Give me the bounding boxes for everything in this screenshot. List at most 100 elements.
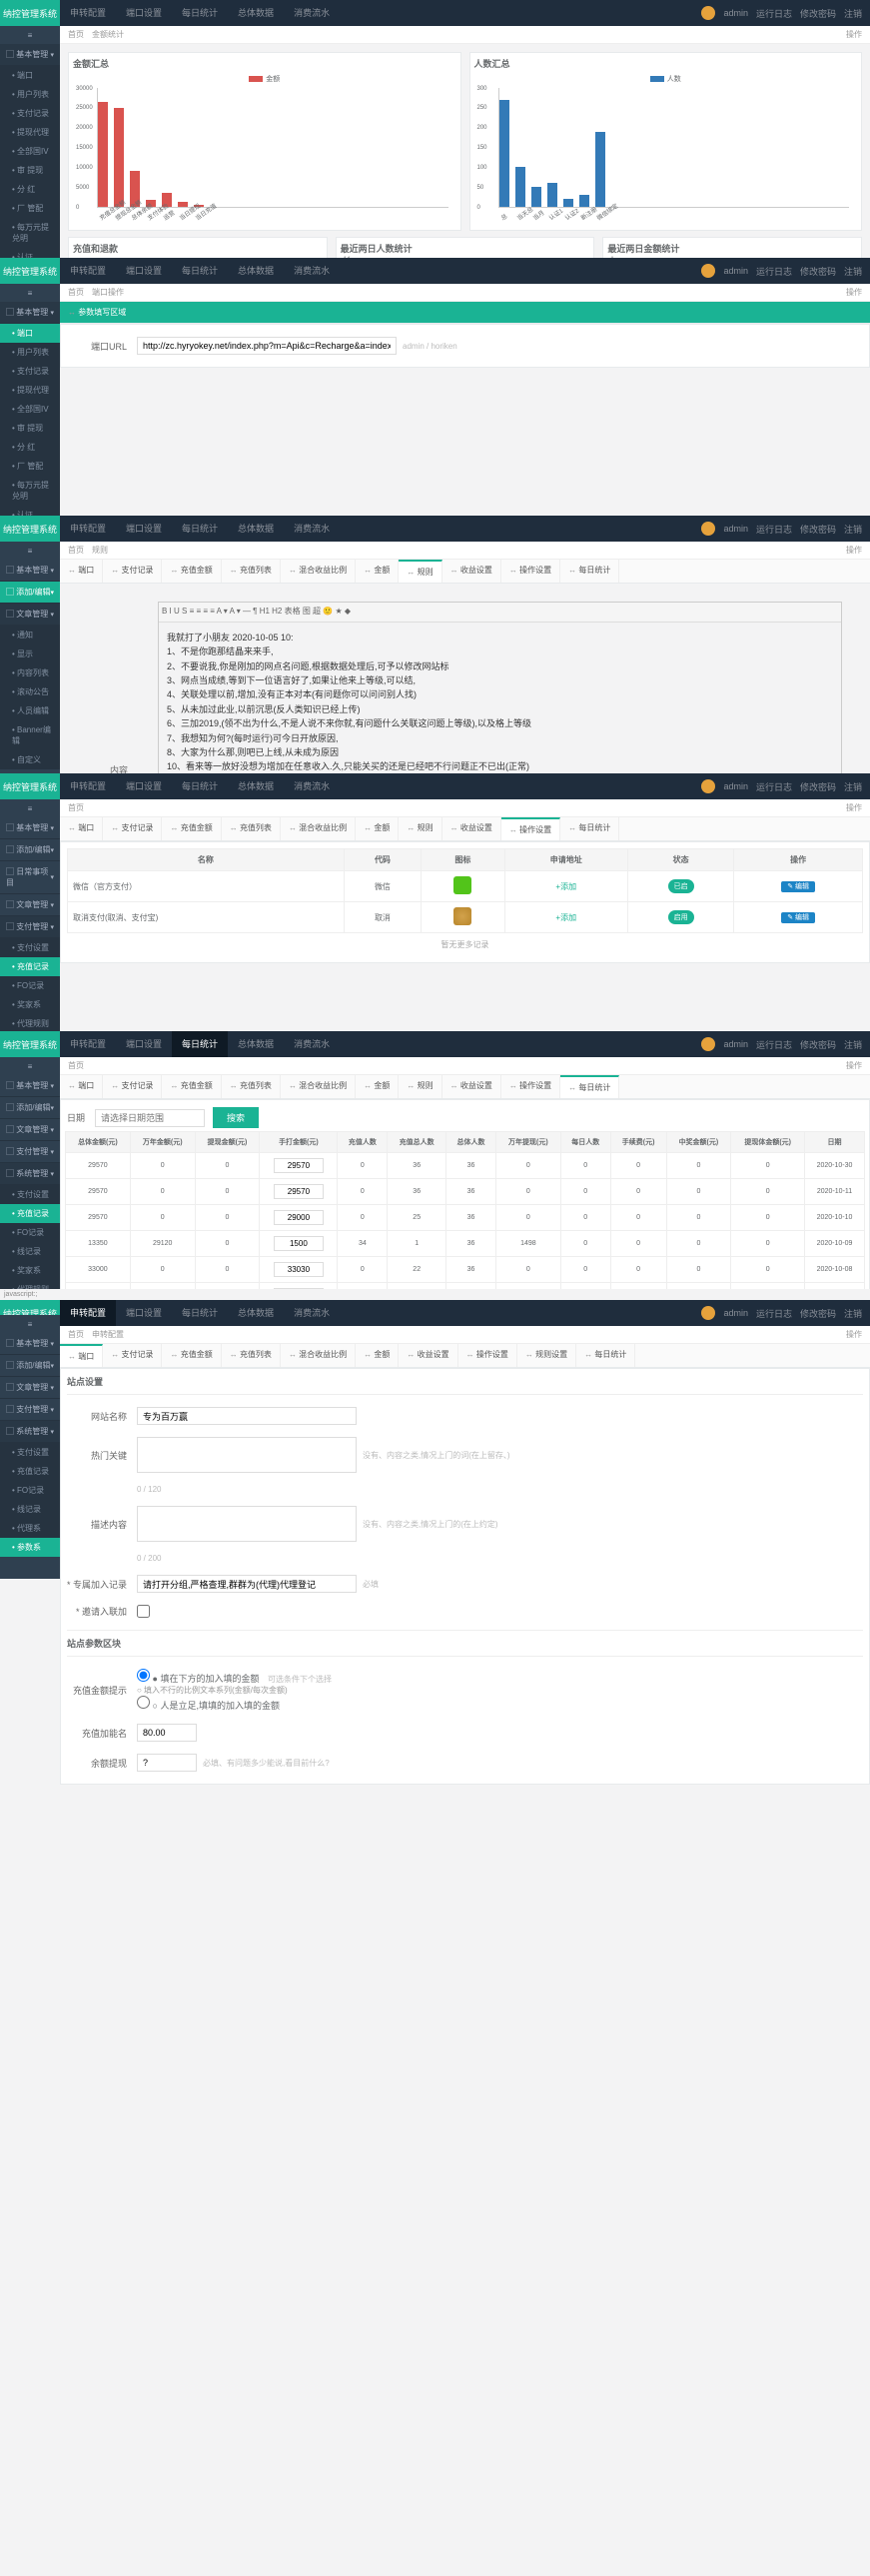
sidebar-section[interactable]: ▢ 添加/编辑▾ [0,1355,60,1377]
tab[interactable]: 支付记录 [103,560,162,583]
hot-textarea[interactable] [137,1437,357,1473]
tab[interactable]: 端口 [60,560,103,583]
sidebar-section[interactable]: ▢ 添加/编辑▾ [0,1097,60,1119]
tab[interactable]: 每日统计 [560,817,619,840]
sidebar-item[interactable]: • FO记录 [0,1223,60,1242]
sidebar-item[interactable]: • 厂 管配 [0,457,60,476]
sidebar-item[interactable]: • 分 红 [0,438,60,457]
amount-input[interactable] [137,1724,197,1742]
tab[interactable]: 金额 [356,817,399,840]
sidebar-section[interactable]: ▢ 支付管理▾ [0,1141,60,1163]
sidebar-section[interactable]: ▢ 基本管理▾ [0,302,60,324]
nav-item[interactable]: 申转配置 [60,0,116,26]
edit-button[interactable]: ✎ 编辑 [781,912,815,923]
sidebar-item[interactable]: • 支付设置 [0,938,60,957]
tab[interactable]: 充值列表 [222,560,281,583]
sidebar-item[interactable]: • Banner编辑 [0,720,60,750]
amount-cell-input[interactable] [274,1158,324,1173]
sidebar-section[interactable]: ▢ 日常事项目▾ [0,861,60,894]
tab[interactable]: 规则设置 [517,1344,576,1367]
sidebar-section[interactable]: ▢ 基本管理▾ [0,560,60,582]
sidebar-item[interactable]: • 线记录 [0,1242,60,1261]
tab[interactable]: 每日统计 [576,1344,635,1367]
sidebar-item[interactable]: • FO记录 [0,976,60,995]
sidebar-item[interactable]: • 滚动公告 [0,682,60,701]
tab[interactable]: 充值金额 [162,1075,221,1098]
invite-checkbox[interactable] [137,1605,150,1618]
sidebar-section[interactable]: ▢ 支付管理▾ [0,916,60,938]
amount-cell-input[interactable] [274,1184,324,1199]
sidebar-item[interactable]: • 全部国IV [0,142,60,161]
sidebar-section[interactable]: ▢ 添加/编辑▾ [0,582,60,604]
sidebar-item[interactable]: • 支付记录 [0,362,60,381]
sidebar-item[interactable]: • 每万元提兑明 [0,476,60,506]
tab[interactable]: 金额 [356,1075,399,1098]
sidebar-item[interactable]: • FO记录 [0,1481,60,1500]
tab[interactable]: 充值列表 [222,1344,281,1367]
tab[interactable]: 规则 [399,817,441,840]
tab[interactable]: 支付记录 [103,817,162,840]
add-link[interactable]: +添加 [555,882,576,891]
sidebar-section[interactable]: ▢ 系统管理▾ [0,1163,60,1185]
add-link[interactable]: +添加 [555,913,576,922]
sidebar-item[interactable]: • 审 提现 [0,161,60,180]
sidebar-section[interactable]: ▢ 文章管理▾ [0,894,60,916]
tab[interactable]: 操作设置 [501,1075,560,1098]
sidebar-item[interactable]: • 端口 [0,66,60,85]
sidebar-item[interactable]: • 参数系 [0,1538,60,1557]
sidebar-item[interactable]: • 每万元提兑明 [0,218,60,248]
edit-button[interactable]: ✎ 编辑 [781,881,815,892]
sidebar-item[interactable]: • 奖家系 [0,995,60,1014]
tab[interactable]: 充值列表 [222,817,281,840]
sidebar-item[interactable]: • 提现代理 [0,381,60,400]
sidebar-item[interactable]: • 显示 [0,644,60,663]
log-link[interactable]: 运行日志 [756,7,792,20]
url-input[interactable] [137,337,397,355]
tab[interactable]: 每日统计 [560,1075,619,1098]
tab[interactable]: 混合收益比例 [281,1075,356,1098]
tab[interactable]: 收益设置 [399,1344,457,1367]
sidebar-section[interactable]: ▢ 基本管理▾ [0,817,60,839]
tab[interactable]: 收益设置 [442,560,501,583]
sidebar-item[interactable]: • 端口 [0,324,60,343]
date-range-input[interactable] [95,1109,205,1127]
sidebar-item[interactable]: • 通知 [0,626,60,644]
tab[interactable]: 操作设置 [501,817,560,840]
sidebar-item[interactable]: • 支付记录 [0,104,60,123]
sidebar-section[interactable]: ▢ 基本管理▾ [0,44,60,66]
amount-cell-input[interactable] [274,1262,324,1277]
amount-cell-input[interactable] [274,1236,324,1251]
site-name-input[interactable] [137,1407,357,1425]
tab[interactable]: 金额 [356,1344,399,1367]
balance-input[interactable] [137,1754,197,1772]
tab[interactable]: 收益设置 [442,1075,501,1098]
logout-link[interactable]: 注销 [844,7,862,20]
sidebar-item[interactable]: • 自定义 [0,750,60,769]
amount-cell-input[interactable] [274,1210,324,1225]
editor-toolbar[interactable]: B I U S ≡ ≡ ≡ ≡ A ▾ A ▾ — ¶ H1 H2 表格 图 超… [159,603,841,623]
tab[interactable]: 混合收益比例 [281,560,356,583]
sidebar-item[interactable]: • 提现代理 [0,123,60,142]
sidebar-section[interactable]: ▢ 文章管理▾ [0,1377,60,1399]
tab[interactable]: 收益设置 [442,817,501,840]
tab[interactable]: 混合收益比例 [281,1344,356,1367]
sidebar-item[interactable]: • 用户列表 [0,343,60,362]
tab[interactable]: 混合收益比例 [281,817,356,840]
sidebar-item[interactable]: • 分 红 [0,180,60,199]
sidebar-item[interactable]: • 内容列表 [0,663,60,682]
sidebar-item[interactable]: • 用户列表 [0,85,60,104]
sidebar-item[interactable]: • 审 提现 [0,419,60,438]
sidebar-item[interactable]: • 人员编辑 [0,701,60,720]
notif-radio-2[interactable] [137,1696,150,1709]
tab[interactable]: 每日统计 [560,560,619,583]
notif-radio-1[interactable] [137,1669,150,1682]
sidebar-item[interactable]: • 充值记录 [0,1462,60,1481]
sidebar-item[interactable]: • 充值记录 [0,1204,60,1223]
sidebar-item[interactable]: • 支付设置 [0,1443,60,1462]
sidebar-section[interactable]: ▢ 支付管理▾ [0,1399,60,1421]
tab[interactable]: 支付记录 [103,1344,162,1367]
tab[interactable]: 端口 [60,817,103,840]
sidebar-section[interactable]: ▢ 基本管理▾ [0,1333,60,1355]
sidebar-section[interactable]: ▢ 基本管理▾ [0,1075,60,1097]
sidebar-item[interactable]: • 奖家系 [0,1261,60,1280]
